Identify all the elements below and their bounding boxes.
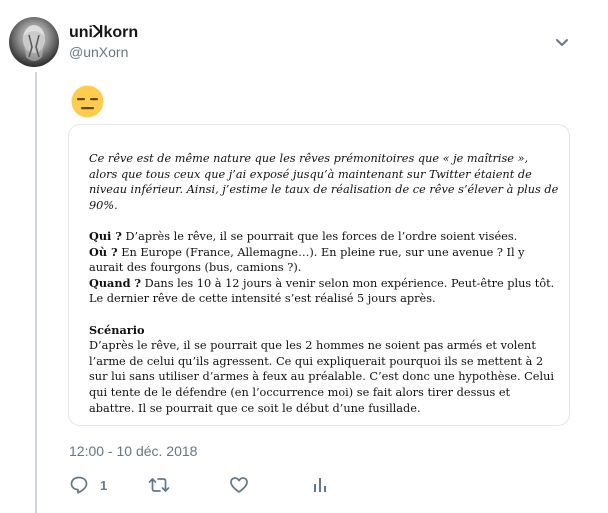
like-button[interactable] <box>229 474 249 496</box>
avatar[interactable] <box>9 17 59 67</box>
last-dream-line: Le dernier rêve de cette intensité s’est… <box>89 292 436 306</box>
document-image-card[interactable]: Ce rêve est de même nature que les rêves… <box>68 124 570 426</box>
display-name[interactable]: uniꓘkorn <box>69 22 138 42</box>
scenario-title-text: Scénario <box>89 322 145 337</box>
ou-text: En Europe (France, Allemagne…). En plein… <box>89 245 525 275</box>
qui-text: D’après le rêve, il se pourrait que les … <box>121 229 518 243</box>
reply-icon <box>70 476 88 494</box>
retweet-icon <box>148 478 170 492</box>
ou-line: Où ? En Europe (France, Allemagne…). En … <box>89 245 559 276</box>
analytics-button[interactable] <box>310 474 330 496</box>
avatar-image <box>23 25 45 61</box>
quand-line: Quand ? Dans les 10 à 12 jours à venir s… <box>89 276 559 292</box>
reply-count: 1 <box>100 477 108 493</box>
quand-text: Dans les 10 à 12 jours à venir selon mon… <box>141 276 555 290</box>
quand-label: Quand ? <box>89 275 142 290</box>
scenario-paragraph: D’après le rêve, il se pourrait que les … <box>89 339 554 415</box>
tweet-actions: 1 <box>69 474 369 496</box>
ou-label: Où ? <box>89 244 118 259</box>
heart-icon <box>230 477 248 493</box>
retweet-button[interactable] <box>148 474 170 496</box>
scenario-title: Scénario <box>89 323 559 339</box>
qui-line: Qui ? D’après le rêve, il se pourrait qu… <box>89 229 559 245</box>
user-handle[interactable]: @unXorn <box>69 44 128 60</box>
qui-label: Qui ? <box>89 228 122 243</box>
analytics-icon <box>314 478 326 492</box>
thread-line <box>35 72 37 513</box>
chevron-down-icon[interactable] <box>555 38 569 48</box>
intro-paragraph: Ce rêve est de même nature que les rêves… <box>89 152 559 212</box>
reply-button[interactable]: 1 <box>69 474 107 496</box>
document-text: Ce rêve est de même nature que les rêves… <box>89 151 559 416</box>
expressionless-face-icon <box>71 85 104 118</box>
tweet-timestamp[interactable]: 12:00 - 10 déc. 2018 <box>69 443 197 459</box>
